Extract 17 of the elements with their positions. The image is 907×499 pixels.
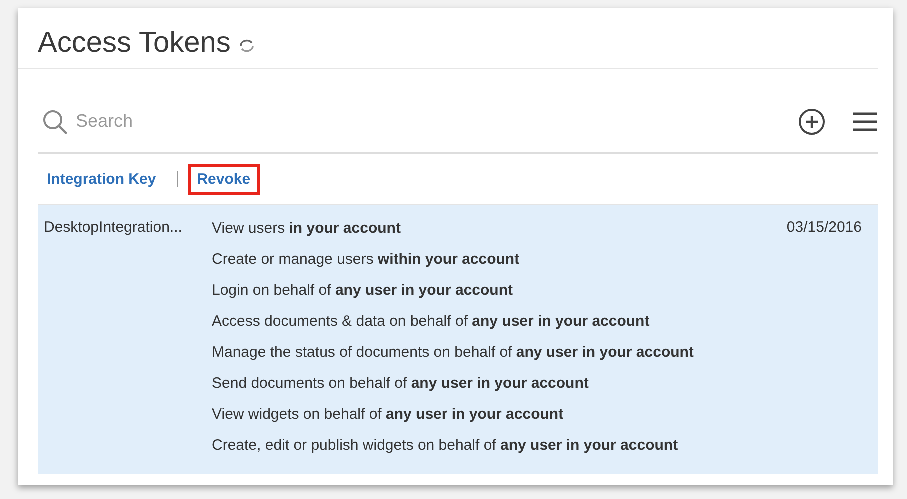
scope-text: Send documents on behalf of any user in your account <box>212 374 590 394</box>
token-name: DesktopIntegration... <box>44 219 184 236</box>
menu-icon[interactable] <box>852 112 878 132</box>
scope-text: Manage the status of documents on behalf of any user in your account <box>212 343 695 363</box>
action-link[interactable]: Integration Key <box>38 164 166 194</box>
scope-text: Create, edit or publish widgets on behalf of any user in your account <box>212 436 680 456</box>
search-icon <box>42 108 68 134</box>
page-title: Access Tokens <box>38 26 231 60</box>
scope-text: Access documents & data on behalf of any user in your account <box>212 312 651 332</box>
token-row[interactable] <box>38 205 878 474</box>
scope-text: Login on behalf of any user in your account <box>212 281 514 301</box>
token-date: 03/15/2016 <box>786 219 862 236</box>
scope-text: Create or manage users within your account <box>212 250 521 270</box>
scope-text: View users in your account <box>212 219 402 239</box>
scope-text: View widgets on behalf of any user in your account <box>212 405 565 425</box>
action-link[interactable]: Revoke <box>188 164 260 194</box>
add-icon[interactable] <box>798 108 826 136</box>
